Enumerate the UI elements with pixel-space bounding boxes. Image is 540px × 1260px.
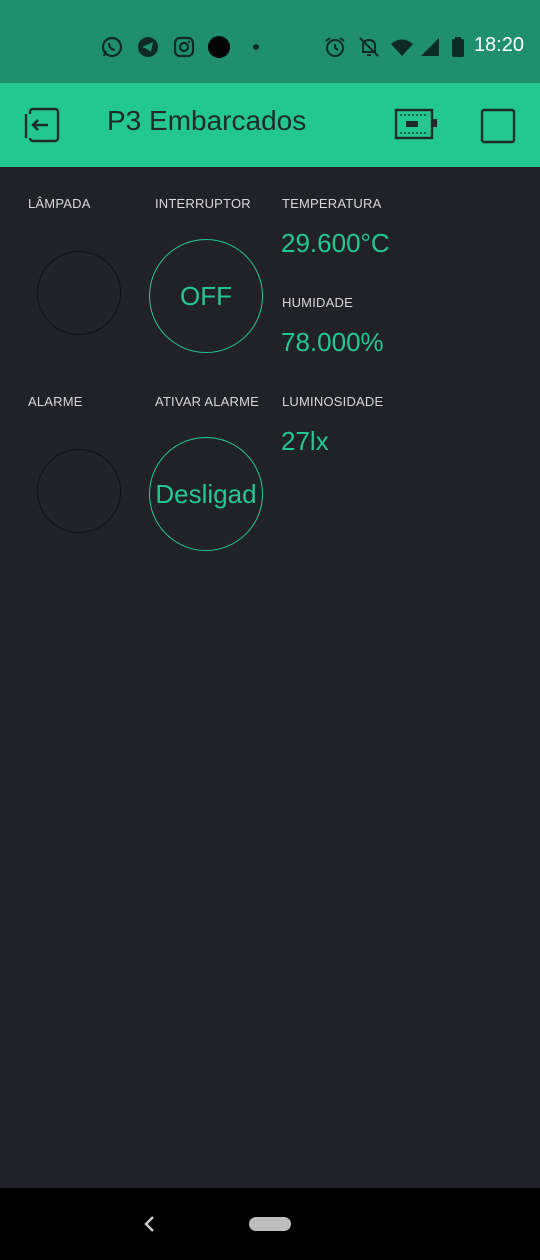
mute-bell-icon bbox=[359, 37, 379, 57]
instagram-icon bbox=[173, 36, 195, 58]
dark-circle-icon bbox=[208, 36, 230, 58]
dot-icon bbox=[253, 44, 259, 50]
clock: 18:20 bbox=[473, 34, 524, 56]
battery-icon bbox=[452, 37, 464, 57]
stop-square-icon[interactable] bbox=[480, 108, 516, 144]
humidade-value: 78.000% bbox=[281, 327, 384, 357]
wifi-icon bbox=[391, 39, 413, 56]
luminosidade-value: 27lx bbox=[281, 426, 329, 456]
interruptor-state: OFF bbox=[180, 280, 232, 311]
lampada-led bbox=[37, 251, 121, 335]
temperatura-value: 29.600°C bbox=[281, 228, 390, 258]
ativar-alarme-button[interactable]: Desligad bbox=[149, 437, 263, 551]
ativar-alarme-state: Desligad bbox=[155, 478, 257, 509]
ativar-alarme-label: ATIVAR ALARME bbox=[155, 394, 259, 409]
page-title: P3 Embarcados bbox=[107, 105, 307, 136]
exit-icon[interactable] bbox=[22, 106, 62, 144]
humidade-label: HUMIDADE bbox=[282, 295, 353, 310]
alarme-label: ALARME bbox=[28, 394, 83, 409]
home-pill-icon[interactable] bbox=[249, 1217, 291, 1231]
luminosidade-label: LUMINOSIDADE bbox=[282, 394, 384, 409]
lampada-label: LÂMPADA bbox=[28, 196, 91, 211]
status-bar: 18:20 bbox=[0, 0, 540, 83]
interruptor-button[interactable]: OFF bbox=[149, 239, 263, 353]
alarm-icon bbox=[325, 37, 345, 57]
whatsapp-icon bbox=[101, 36, 123, 58]
temperatura-label: TEMPERATURA bbox=[282, 196, 382, 211]
signal-icon bbox=[421, 38, 439, 56]
interruptor-label: INTERRUPTOR bbox=[155, 196, 251, 211]
alarme-led bbox=[37, 449, 121, 533]
device-board-icon[interactable] bbox=[394, 107, 438, 141]
telegram-icon bbox=[138, 37, 158, 57]
back-icon[interactable] bbox=[140, 1210, 160, 1238]
